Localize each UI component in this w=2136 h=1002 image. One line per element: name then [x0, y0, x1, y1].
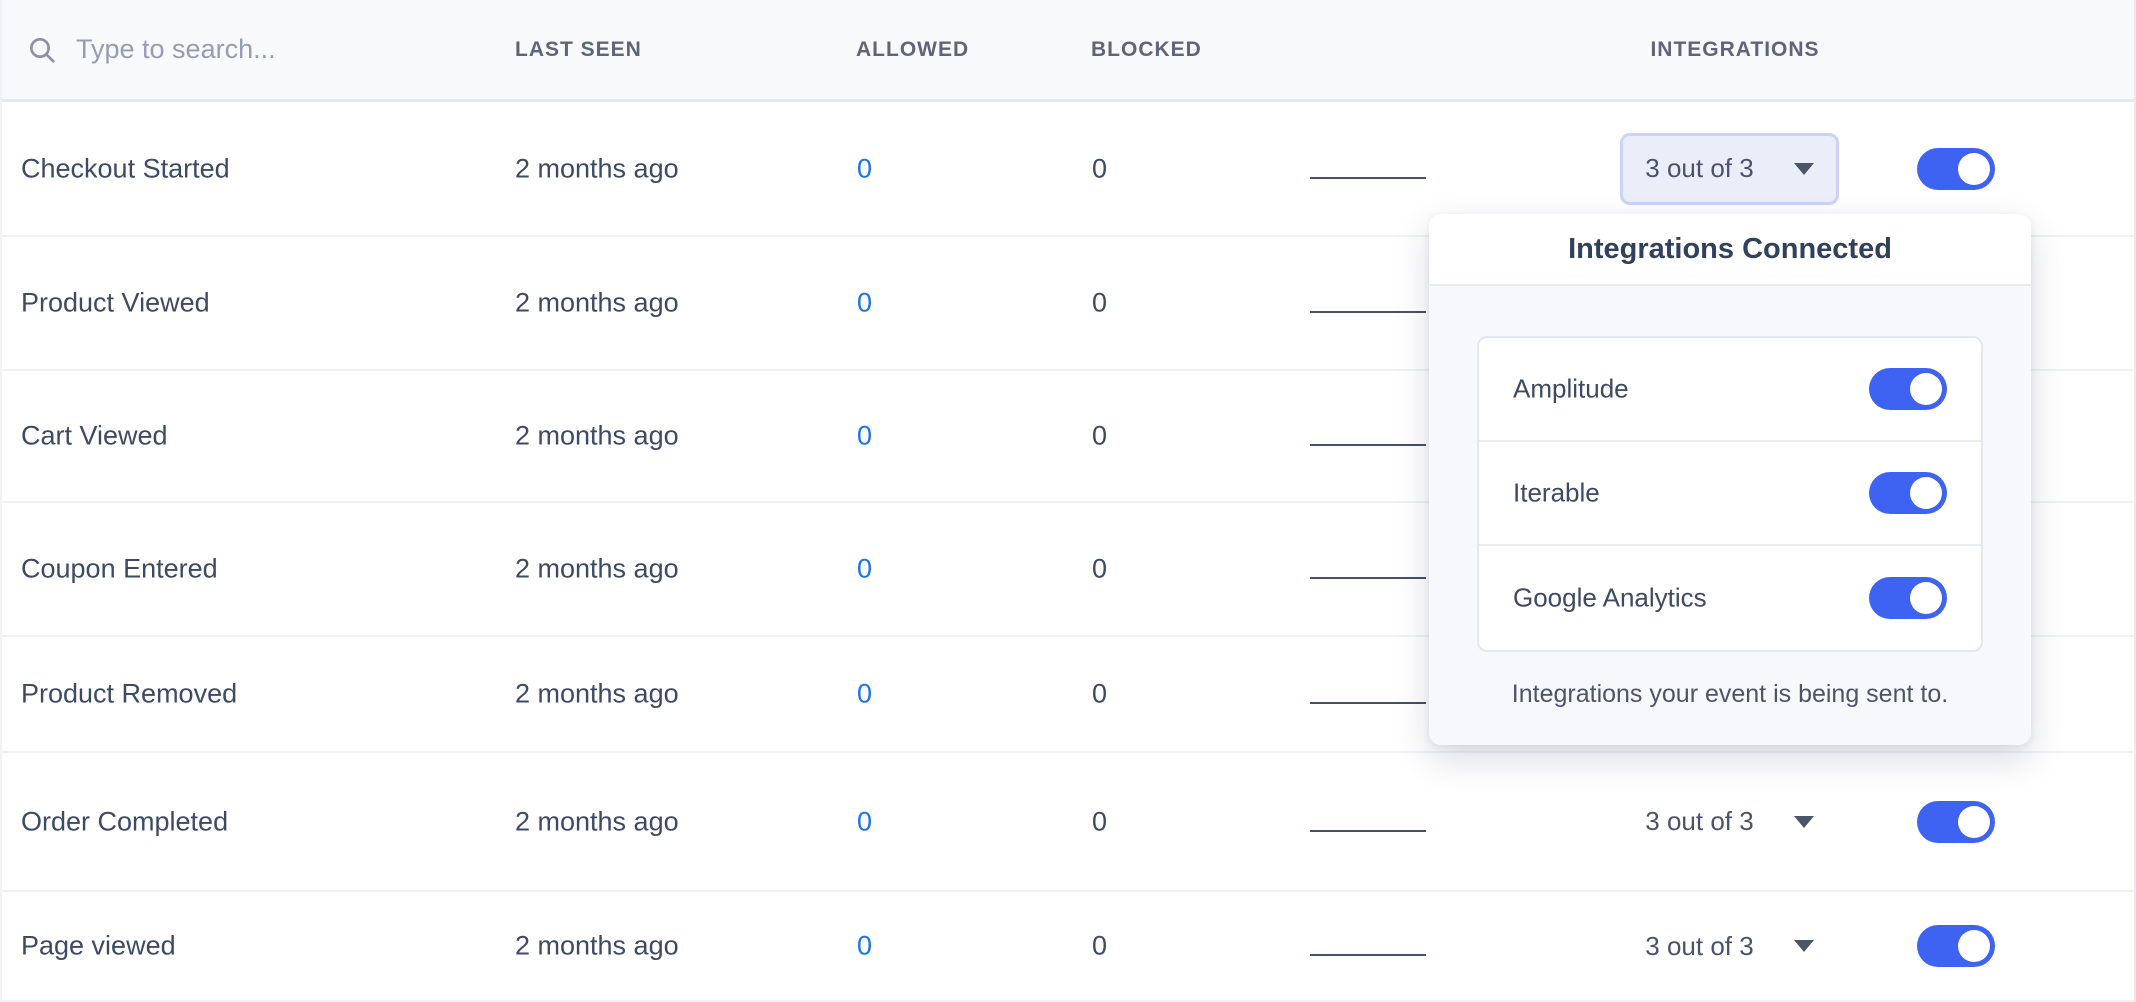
integrations-dropdown-label: 3 out of 3: [1645, 806, 1753, 837]
event-name: Order Completed: [21, 806, 228, 837]
allowed-count-link[interactable]: 0: [857, 421, 872, 452]
list-item: Amplitude: [1479, 338, 1981, 442]
last-seen-value: 2 months ago: [515, 806, 679, 837]
column-header-integrations: INTEGRATIONS: [1620, 38, 1850, 62]
column-header-blocked: BLOCKED: [1091, 38, 1202, 62]
blocked-count: 0: [1092, 806, 1107, 837]
event-toggle[interactable]: [1917, 925, 1995, 967]
event-name: Page viewed: [21, 931, 176, 962]
integrations-list: Amplitude Iterable Google Analytics: [1477, 336, 1983, 652]
toggle-knob: [1910, 477, 1942, 509]
blocked-count: 0: [1092, 931, 1107, 962]
sparkline: [1310, 311, 1426, 313]
event-name: Product Removed: [21, 679, 237, 710]
last-seen-value: 2 months ago: [515, 679, 679, 710]
integrations-dropdown-label: 3 out of 3: [1645, 153, 1753, 184]
integrations-dropdown[interactable]: 3 out of 3: [1620, 910, 1839, 982]
allowed-count-link[interactable]: 0: [857, 931, 872, 962]
sparkline: [1310, 954, 1426, 956]
allowed-count-link[interactable]: 0: [857, 288, 872, 319]
popover-footer-text: Integrations your event is being sent to…: [1429, 680, 2031, 709]
integrations-dropdown[interactable]: 3 out of 3: [1620, 133, 1839, 205]
sparkline: [1310, 444, 1426, 446]
table-row: Page viewed 2 months ago 0 0 3 out of 3: [2, 892, 2134, 1002]
last-seen-value: 2 months ago: [515, 931, 679, 962]
integration-name: Amplitude: [1513, 374, 1629, 405]
caret-down-icon: [1794, 816, 1814, 828]
list-item: Iterable: [1479, 442, 1981, 546]
allowed-count-link[interactable]: 0: [857, 806, 872, 837]
sparkline: [1310, 577, 1426, 579]
search-input[interactable]: [76, 34, 456, 65]
blocked-count: 0: [1092, 679, 1107, 710]
column-header-last-seen: LAST SEEN: [515, 38, 642, 62]
toggle-knob: [1910, 582, 1942, 614]
toggle-knob: [1910, 373, 1942, 405]
integrations-dropdown-label: 3 out of 3: [1645, 931, 1753, 962]
blocked-count: 0: [1092, 554, 1107, 585]
blocked-count: 0: [1092, 421, 1107, 452]
allowed-count-link[interactable]: 0: [857, 554, 872, 585]
integration-toggle[interactable]: [1869, 472, 1947, 514]
sparkline: [1310, 830, 1426, 832]
sparkline: [1310, 177, 1426, 179]
integrations-popover: Integrations Connected Amplitude Iterabl…: [1429, 214, 2031, 745]
integration-toggle[interactable]: [1869, 368, 1947, 410]
popover-title: Integrations Connected: [1429, 214, 2031, 286]
integration-toggle[interactable]: [1869, 577, 1947, 619]
column-header-allowed: ALLOWED: [856, 38, 969, 62]
table-row: Order Completed 2 months ago 0 0 3 out o…: [2, 753, 2134, 892]
toggle-knob: [1958, 153, 1990, 185]
caret-down-icon: [1794, 163, 1814, 175]
blocked-count: 0: [1092, 153, 1107, 184]
last-seen-value: 2 months ago: [515, 554, 679, 585]
search-box[interactable]: [26, 34, 466, 66]
search-icon: [26, 34, 58, 66]
toggle-knob: [1958, 930, 1990, 962]
list-item: Google Analytics: [1479, 546, 1981, 650]
last-seen-value: 2 months ago: [515, 421, 679, 452]
event-name: Checkout Started: [21, 153, 230, 184]
last-seen-value: 2 months ago: [515, 288, 679, 319]
last-seen-value: 2 months ago: [515, 153, 679, 184]
allowed-count-link[interactable]: 0: [857, 153, 872, 184]
integration-name: Iterable: [1513, 478, 1600, 509]
blocked-count: 0: [1092, 288, 1107, 319]
event-name: Cart Viewed: [21, 421, 168, 452]
popover-body: Amplitude Iterable Google Analytics Inte…: [1429, 336, 2031, 709]
event-toggle[interactable]: [1917, 801, 1995, 843]
table-header: LAST SEEN ALLOWED BLOCKED INTEGRATIONS: [2, 0, 2134, 102]
allowed-count-link[interactable]: 0: [857, 679, 872, 710]
event-name: Product Viewed: [21, 288, 210, 319]
toggle-knob: [1958, 806, 1990, 838]
integration-name: Google Analytics: [1513, 583, 1707, 614]
integrations-dropdown[interactable]: 3 out of 3: [1620, 786, 1839, 858]
events-schema-table: LAST SEEN ALLOWED BLOCKED INTEGRATIONS C…: [0, 0, 2136, 1002]
caret-down-icon: [1794, 940, 1814, 952]
event-name: Coupon Entered: [21, 554, 218, 585]
event-toggle[interactable]: [1917, 148, 1995, 190]
sparkline: [1310, 702, 1426, 704]
